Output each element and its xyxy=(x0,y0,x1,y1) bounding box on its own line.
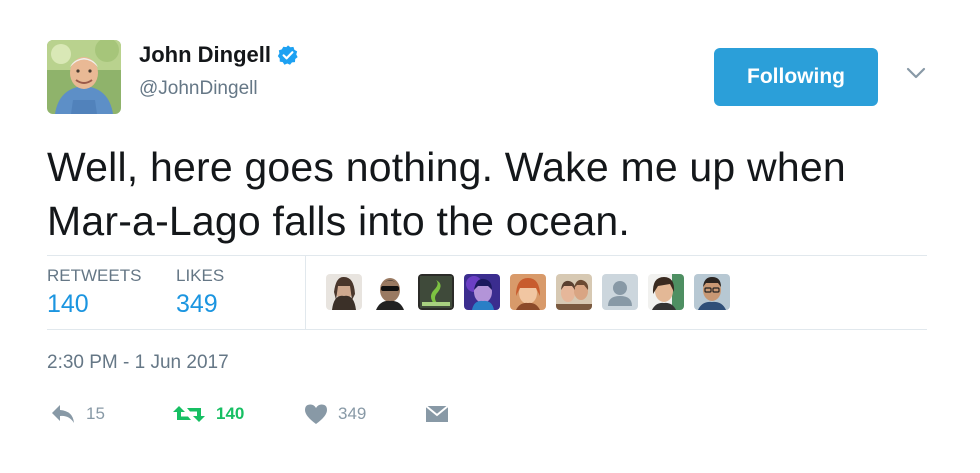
liker-avatar-7[interactable] xyxy=(602,274,638,310)
verified-badge-icon xyxy=(277,45,298,65)
heart-icon xyxy=(305,404,327,424)
retweet-count: 140 xyxy=(216,404,245,423)
likes-label: LIKES xyxy=(176,266,225,285)
tweet-timestamp[interactable]: 2:30 PM - 1 Jun 2017 xyxy=(47,352,229,374)
author-handle[interactable]: @JohnDingell xyxy=(139,78,258,100)
tweet-text: Well, here goes nothing. Wake me up when… xyxy=(47,140,927,248)
like-count: 349 xyxy=(338,404,367,423)
liker-avatar-8[interactable] xyxy=(648,274,684,310)
tweet-text-line: Mar-a-Lago falls into the ocean. xyxy=(47,198,631,244)
author-avatar[interactable] xyxy=(47,40,121,114)
likers-list xyxy=(326,274,730,310)
likes-count: 349 xyxy=(176,290,218,318)
user-avatar-image xyxy=(47,40,121,114)
retweets-stat[interactable]: RETWEETS 140 xyxy=(47,266,141,319)
author-name-row[interactable]: John Dingell xyxy=(139,42,299,68)
liker-avatar-9[interactable] xyxy=(694,274,730,310)
reply-count: 15 xyxy=(86,404,105,423)
author-name[interactable]: John Dingell xyxy=(139,42,271,68)
chevron-down-icon[interactable] xyxy=(906,66,926,80)
liker-avatar-2[interactable] xyxy=(372,274,408,310)
reply-icon xyxy=(52,405,74,423)
direct-message-button[interactable] xyxy=(424,403,450,425)
retweet-button[interactable]: 140 xyxy=(172,403,244,425)
liker-avatar-3[interactable] xyxy=(418,274,454,310)
following-button[interactable]: Following xyxy=(714,48,878,106)
like-button[interactable]: 349 xyxy=(304,403,366,425)
tweet-text-line: Well, here goes nothing. Wake me up when xyxy=(47,144,846,190)
retweets-label: RETWEETS xyxy=(47,266,142,285)
reply-button[interactable]: 15 xyxy=(50,403,105,425)
divider xyxy=(47,255,927,256)
likes-stat[interactable]: LIKES 349 xyxy=(176,266,224,319)
liker-avatar-6[interactable] xyxy=(556,274,592,310)
retweet-icon xyxy=(173,406,205,422)
divider xyxy=(47,329,927,330)
stats-divider xyxy=(305,256,306,329)
envelope-icon xyxy=(425,405,449,422)
liker-avatar-4[interactable] xyxy=(464,274,500,310)
retweets-count: 140 xyxy=(47,290,89,318)
liker-avatar-5[interactable] xyxy=(510,274,546,310)
liker-avatar-1[interactable] xyxy=(326,274,362,310)
